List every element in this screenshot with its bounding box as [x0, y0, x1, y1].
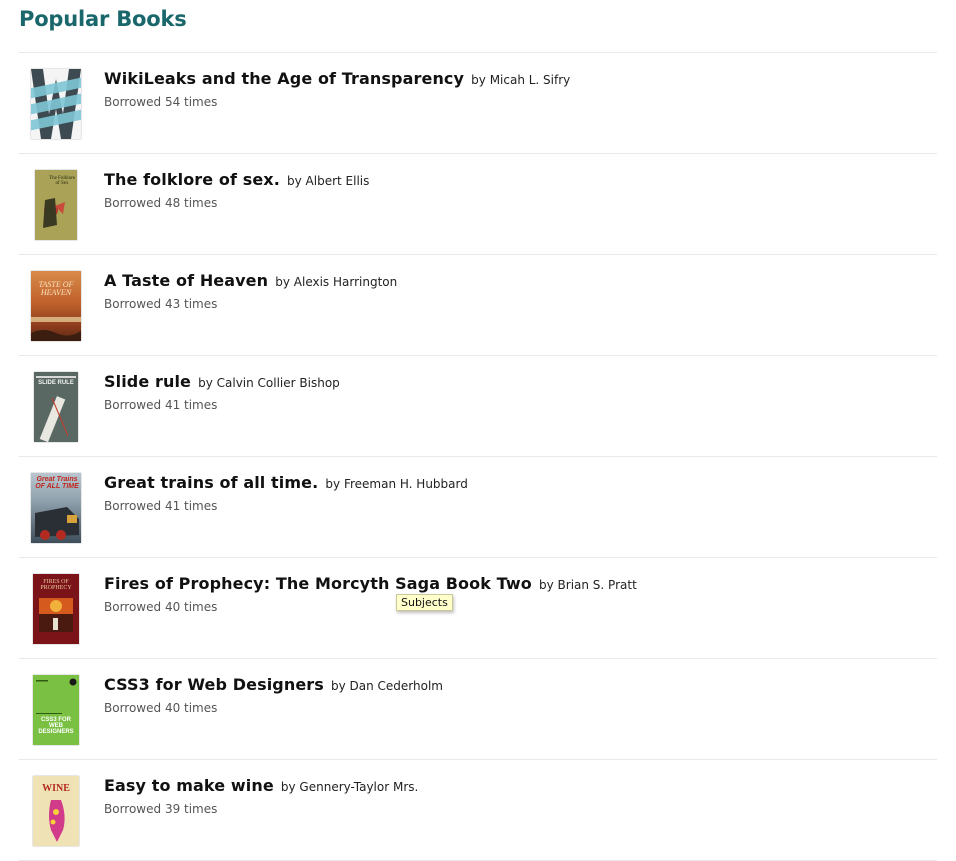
book-list-item: SLIDE RULE Slide rule by Calvin Collier … — [19, 356, 937, 457]
book-author: Freeman H. Hubbard — [343, 477, 468, 491]
book-cover-link[interactable]: The Folklore of Sex — [31, 168, 81, 242]
book-title-link[interactable]: Slide rule — [104, 372, 191, 391]
book-list-item: WINE Easy to make wine by Gennery-Taylor… — [19, 760, 937, 861]
book-cover-image: SLIDE RULE — [34, 372, 78, 442]
slide-rule-cover-art — [36, 376, 76, 442]
book-author: Alexis Harrington — [293, 275, 398, 289]
borrow-count: Borrowed 39 times — [104, 802, 218, 816]
borrow-count: Borrowed 41 times — [104, 499, 218, 513]
popular-books-list: WikiLeaks and the Age of Transparency by… — [19, 52, 937, 861]
book-author: Calvin Collier Bishop — [216, 376, 340, 390]
book-title-link[interactable]: WikiLeaks and the Age of Transparency — [104, 69, 464, 88]
book-list-item: WikiLeaks and the Age of Transparency by… — [19, 53, 937, 154]
page-title: Popular Books — [19, 7, 187, 31]
wine-cover-art — [49, 800, 65, 842]
subjects-tooltip: Subjects — [396, 594, 453, 611]
by-label: by — [471, 73, 486, 87]
borrow-count: Borrowed 43 times — [104, 297, 218, 311]
book-title-link[interactable]: Easy to make wine — [104, 776, 274, 795]
book-cover-link[interactable]: FIRES OF PROPHECY — [31, 572, 81, 646]
borrow-count: Borrowed 48 times — [104, 196, 218, 210]
book-title-link[interactable]: Fires of Prophecy: The Morcyth Saga Book… — [104, 574, 532, 593]
book-cover-image: The Folklore of Sex — [35, 170, 77, 240]
book-list-item: CSS3 FOR WEB DESIGNERS CSS3 for Web Desi… — [19, 659, 937, 760]
book-cover-link[interactable]: CSS3 FOR WEB DESIGNERS — [31, 673, 81, 747]
by-label: by — [330, 679, 346, 693]
book-list-item: TASTE OF HEAVEN A Taste of Heaven by Ale… — [19, 255, 937, 356]
book-cover-link[interactable] — [31, 67, 81, 141]
borrow-count: Borrowed 40 times — [104, 600, 218, 614]
book-cover-link[interactable]: SLIDE RULE — [31, 370, 81, 444]
borrow-count: Borrowed 40 times — [104, 701, 218, 715]
borrow-count: Borrowed 54 times — [104, 95, 218, 109]
by-label: by — [538, 578, 554, 592]
book-list-item: Great Trains OF ALL TIME Great trains of… — [19, 457, 937, 558]
book-title-link[interactable]: A Taste of Heaven — [104, 271, 268, 290]
book-cover-image: CSS3 FOR WEB DESIGNERS — [33, 675, 79, 745]
by-label: by — [198, 376, 213, 390]
book-title-link[interactable]: The folklore of sex. — [104, 170, 280, 189]
book-title-link[interactable]: Great trains of all time. — [104, 473, 318, 492]
by-label: by — [286, 174, 302, 188]
book-cover-image: FIRES OF PROPHECY — [33, 574, 79, 644]
by-label: by — [325, 477, 341, 491]
borrow-count: Borrowed 41 times — [104, 398, 218, 412]
book-cover-image: WINE — [33, 776, 79, 846]
book-cover-link[interactable]: WINE — [31, 774, 81, 848]
trains-cover-art — [35, 507, 79, 540]
wikileaks-cover-art — [31, 69, 81, 139]
book-list-item: FIRES OF PROPHECY Fires of Prophecy: The… — [19, 558, 937, 659]
fires-of-prophecy-cover-art — [39, 598, 73, 632]
book-list-item: The Folklore of Sex The folklore of sex.… — [19, 154, 937, 255]
book-cover-link[interactable]: Great Trains OF ALL TIME — [31, 471, 81, 545]
by-label: by — [275, 275, 290, 289]
taste-of-heaven-cover-art — [31, 317, 81, 341]
book-title-link[interactable]: CSS3 for Web Designers — [104, 675, 324, 694]
book-cover-image: Great Trains OF ALL TIME — [31, 473, 81, 543]
book-cover-link[interactable]: TASTE OF HEAVEN — [31, 269, 81, 343]
book-cover-image: TASTE OF HEAVEN — [31, 271, 81, 341]
book-author: Gennery-Taylor Mrs. — [299, 780, 419, 794]
book-author: Brian S. Pratt — [557, 578, 637, 592]
book-author: Micah L. Sifry — [489, 73, 571, 87]
folklore-cover-art — [43, 198, 65, 228]
book-cover-image — [31, 69, 81, 139]
css3-cover-art — [36, 678, 77, 714]
book-author: Albert Ellis — [305, 174, 370, 188]
by-label: by — [280, 780, 296, 794]
book-author: Dan Cederholm — [349, 679, 443, 693]
